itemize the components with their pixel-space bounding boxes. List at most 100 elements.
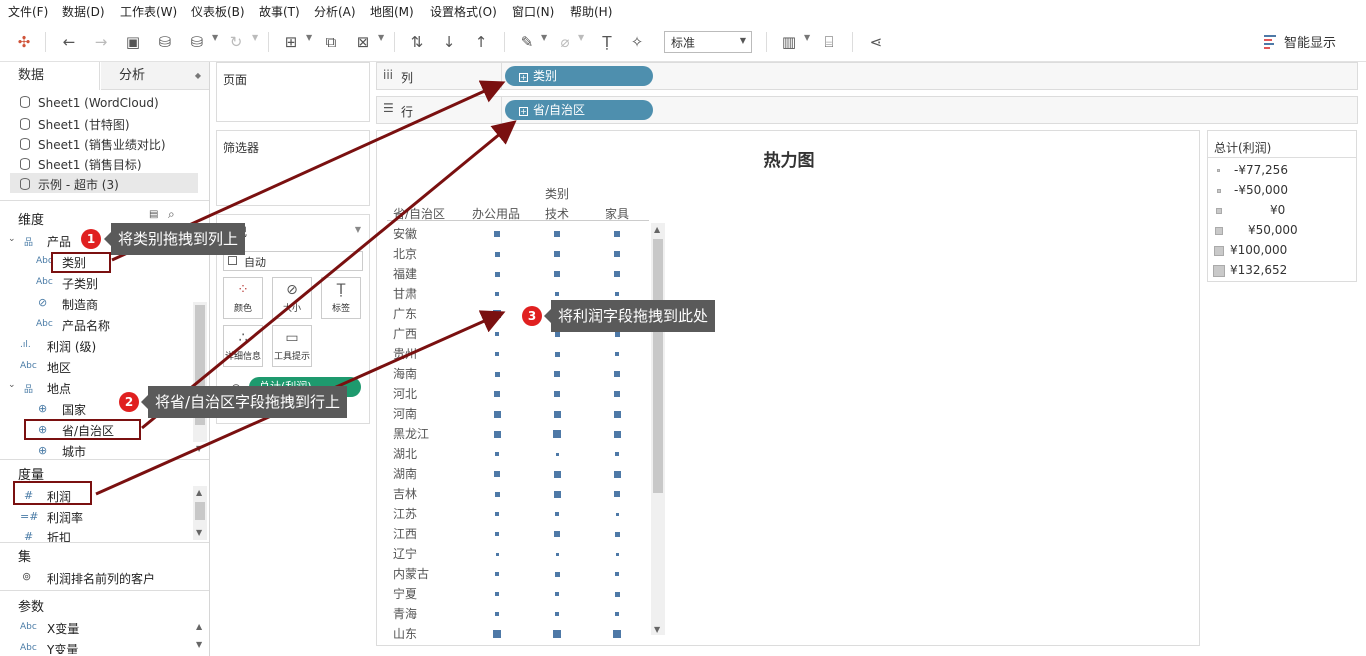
scroll-up-icon[interactable]: ▲ bbox=[196, 488, 202, 497]
search-icon[interactable]: ⌕ bbox=[168, 207, 175, 222]
datasource-item[interactable]: Sheet1 (销售业绩对比) bbox=[20, 136, 166, 153]
row-label[interactable]: 甘肃 bbox=[393, 285, 417, 302]
heatmap-mark[interactable] bbox=[494, 231, 500, 237]
row-label[interactable]: 河北 bbox=[393, 385, 417, 402]
heatmap-mark[interactable] bbox=[554, 571, 560, 577]
row-label[interactable]: 江西 bbox=[393, 525, 417, 542]
parameter-y[interactable]: Y变量 bbox=[47, 641, 78, 654]
field-profit-bin[interactable]: 利润 (级) bbox=[47, 338, 96, 355]
menu-format[interactable]: 设置格式(O) bbox=[430, 3, 497, 20]
heatmap-mark[interactable] bbox=[613, 470, 621, 478]
scroll-down-icon[interactable]: ▼ bbox=[196, 528, 202, 537]
save-icon[interactable]: ▣ bbox=[122, 31, 144, 53]
heatmap-mark[interactable] bbox=[614, 591, 620, 597]
heatmap-mark[interactable] bbox=[614, 491, 620, 497]
field-subcategory[interactable]: 子类别 bbox=[62, 275, 98, 292]
redo-icon[interactable]: → bbox=[90, 31, 112, 53]
heatmap-mark[interactable] bbox=[495, 532, 499, 536]
heatmap-mark[interactable] bbox=[495, 592, 499, 596]
field-city[interactable]: 城市 bbox=[62, 443, 86, 460]
heatmap-mark[interactable] bbox=[555, 552, 559, 556]
heatmap-mark[interactable] bbox=[495, 552, 499, 556]
legend-item[interactable]: ¥100,000 bbox=[1230, 243, 1287, 257]
datasource-item[interactable]: Sheet1 (甘特图) bbox=[20, 116, 130, 133]
clear-sheet-icon[interactable]: ⊠ bbox=[352, 31, 374, 53]
row-label[interactable]: 宁夏 bbox=[393, 585, 417, 602]
heatmap-mark[interactable] bbox=[494, 371, 500, 377]
heatmap-mark[interactable] bbox=[614, 251, 620, 257]
heatmap-mark[interactable] bbox=[614, 331, 620, 337]
heatmap-mark[interactable] bbox=[493, 630, 501, 638]
heatmap-mark[interactable] bbox=[493, 310, 501, 318]
view-list-icon[interactable]: ▤ bbox=[149, 209, 158, 220]
heatmap-mark[interactable] bbox=[495, 452, 499, 456]
field-manufacturer[interactable]: 制造商 bbox=[62, 296, 98, 313]
row-label[interactable]: 湖南 bbox=[393, 465, 417, 482]
scroll-down-icon[interactable]: ▼ bbox=[196, 444, 202, 453]
heatmap-mark[interactable] bbox=[613, 410, 621, 418]
heatmap-mark[interactable] bbox=[555, 292, 559, 296]
detail-button[interactable]: ∴ 详细信息 bbox=[223, 325, 263, 367]
menu-dashboard[interactable]: 仪表板(B) bbox=[191, 3, 245, 20]
heatmap-mark[interactable] bbox=[554, 531, 560, 537]
row-label[interactable]: 湖北 bbox=[393, 445, 417, 462]
menu-file[interactable]: 文件(F) bbox=[8, 3, 48, 20]
legend-item[interactable]: -¥50,000 bbox=[1234, 183, 1288, 197]
heatmap-mark[interactable] bbox=[554, 271, 560, 277]
heatmap-mark[interactable] bbox=[615, 552, 619, 556]
scroll-up-icon[interactable]: ▲ bbox=[654, 225, 660, 234]
field-location[interactable]: 地点 bbox=[47, 380, 71, 397]
pages-card[interactable]: 页面 bbox=[216, 62, 370, 122]
row-label[interactable]: 吉林 bbox=[393, 485, 417, 502]
refresh-icon[interactable]: ↻ bbox=[225, 31, 247, 53]
presentation-mode-icon[interactable]: ⌸ bbox=[818, 31, 840, 53]
set-top-customers[interactable]: 利润排名前列的客户 bbox=[47, 570, 155, 587]
tooltip-button[interactable]: ▭ 工具提示 bbox=[272, 325, 312, 367]
heatmap-mark[interactable] bbox=[614, 371, 620, 377]
row-label[interactable]: 广东 bbox=[393, 305, 417, 322]
row-label[interactable]: 内蒙古 bbox=[393, 565, 429, 582]
row-label[interactable]: 海南 bbox=[393, 365, 417, 382]
pause-updates-icon[interactable]: ⛁ bbox=[186, 31, 208, 53]
heatmap-mark[interactable] bbox=[554, 331, 560, 337]
chevron-down-icon[interactable]: ⌄ bbox=[8, 380, 16, 390]
datasource-item-active[interactable]: 示例 - 超市 (3) bbox=[10, 173, 198, 193]
tab-analytics[interactable]: 分析 ◆ bbox=[101, 62, 209, 90]
row-label[interactable]: 江苏 bbox=[393, 505, 417, 522]
menu-data[interactable]: 数据(D) bbox=[62, 3, 105, 20]
row-label[interactable]: 辽宁 bbox=[393, 545, 417, 562]
chevron-down-icon[interactable]: ▼ bbox=[306, 33, 312, 42]
parameter-x[interactable]: X变量 bbox=[47, 620, 79, 637]
heatmap-mark[interactable] bbox=[614, 271, 620, 277]
undo-icon[interactable]: ← bbox=[58, 31, 80, 53]
swap-rows-columns-icon[interactable]: ⇅ bbox=[406, 31, 428, 53]
heatmap-mark[interactable] bbox=[555, 592, 559, 596]
heatmap-mark[interactable] bbox=[495, 332, 499, 336]
legend-item[interactable]: ¥0 bbox=[1270, 203, 1285, 217]
sort-descending-icon[interactable]: ↑ bbox=[470, 31, 492, 53]
new-worksheet-icon[interactable]: ⊞ bbox=[280, 31, 302, 53]
heatmap-mark[interactable] bbox=[554, 351, 560, 357]
columns-shelf[interactable]: iii 列 + 类别 bbox=[376, 62, 1358, 90]
chevron-down-icon[interactable]: ▼ bbox=[804, 33, 810, 42]
menu-worksheet[interactable]: 工作表(W) bbox=[120, 3, 177, 20]
heatmap-mark[interactable] bbox=[494, 271, 500, 277]
show-me-button[interactable]: 智能显示 bbox=[1284, 32, 1336, 51]
chevron-down-icon[interactable]: ▼ bbox=[578, 33, 584, 42]
heatmap-mark[interactable] bbox=[553, 630, 561, 638]
heatmap-mark[interactable] bbox=[495, 612, 499, 616]
heatmap-mark[interactable] bbox=[555, 512, 559, 516]
heatmap-mark[interactable] bbox=[495, 512, 499, 516]
field-product[interactable]: 产品 bbox=[47, 233, 71, 250]
heatmap-mark[interactable] bbox=[494, 251, 500, 257]
heatmap-mark[interactable] bbox=[494, 491, 500, 497]
heatmap-mark[interactable] bbox=[554, 231, 560, 237]
heatmap-mark[interactable] bbox=[555, 452, 559, 456]
field-country[interactable]: 国家 bbox=[62, 401, 86, 418]
menu-story[interactable]: 故事(T) bbox=[259, 3, 300, 20]
size-button[interactable]: ⊘ 大小 bbox=[272, 277, 312, 319]
legend-item[interactable]: -¥77,256 bbox=[1234, 163, 1288, 177]
menu-map[interactable]: 地图(M) bbox=[370, 3, 414, 20]
row-label[interactable]: 河南 bbox=[393, 405, 417, 422]
heatmap-mark[interactable] bbox=[493, 410, 501, 418]
